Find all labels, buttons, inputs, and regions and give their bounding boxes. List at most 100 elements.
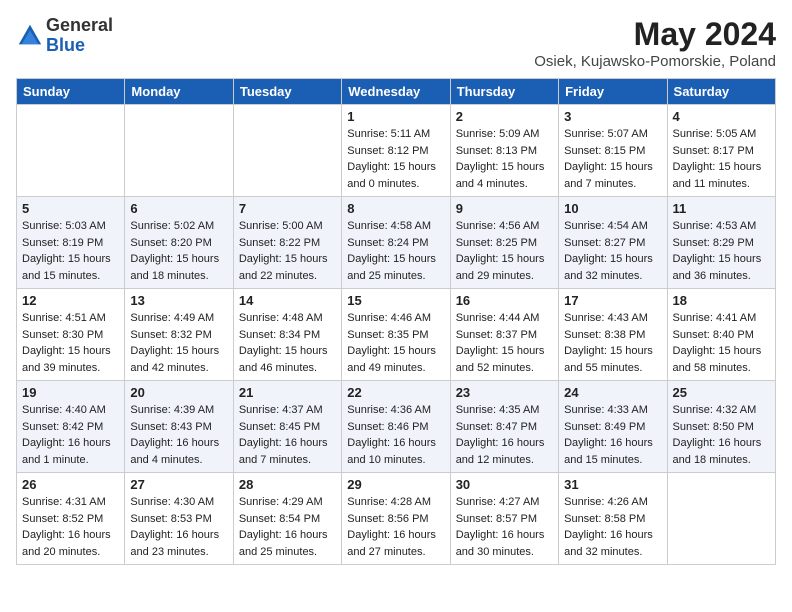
day-info: Sunrise: 5:03 AMSunset: 8:19 PMDaylight:… [22,218,119,284]
calendar-cell: 9 Sunrise: 4:56 AMSunset: 8:25 PMDaylight… [450,197,558,289]
calendar-cell [125,105,233,197]
sunrise-text: Sunrise: 4:36 AM [347,402,444,419]
calendar-cell: 7Sunrise: 5:00 AMSunset: 8:22 PMDaylight… [233,197,341,289]
sunset-text: Sunset: 8:53 PM [130,511,227,528]
sunrise-text: Sunrise: 4:40 AM [22,402,119,419]
week-row-5: 26Sunrise: 4:31 AMSunset: 8:52 PMDayligh… [17,473,776,565]
day-number: 23 [456,385,553,400]
sunrise-text: Sunrise: 4:43 AM [564,310,661,327]
day-number: 29 [347,477,444,492]
logo-icon [16,22,44,50]
sunset-text: Sunset: 8:58 PM [564,511,661,528]
calendar-cell: 24Sunrise: 4:33 AMSunset: 8:49 PMDayligh… [559,381,667,473]
day-info: Sunrise: 4:31 AMSunset: 8:52 PMDaylight:… [22,494,119,560]
day-info: Sunrise: 4:26 AMSunset: 8:58 PMDaylight:… [564,494,661,560]
sunrise-text: Sunrise: 4:54 AM [564,218,661,235]
calendar-cell: 8Sunrise: 4:58 AMSunset: 8:24 PMDaylight… [342,197,450,289]
day-number: 2 [456,109,553,124]
calendar-table: SundayMondayTuesdayWednesdayThursdayFrid… [16,78,776,565]
weekday-header-thursday: Thursday [450,79,558,105]
sunrise-text: Sunrise: 4:41 AM [673,310,770,327]
calendar-cell: 21Sunrise: 4:37 AMSunset: 8:45 PMDayligh… [233,381,341,473]
sunset-text: Sunset: 8:24 PM [347,235,444,252]
sunset-text: Sunset: 8:42 PM [22,419,119,436]
month-year: May 2024 [534,16,776,53]
daylight-text: Daylight: 15 hours and 11 minutes. [673,159,770,192]
day-number: 18 [673,293,770,308]
calendar-cell: 15Sunrise: 4:46 AMSunset: 8:35 PMDayligh… [342,289,450,381]
day-number: 11 [673,201,770,216]
day-number: 4 [673,109,770,124]
daylight-text: Daylight: 16 hours and 18 minutes. [673,435,770,468]
calendar-cell: 5Sunrise: 5:03 AMSunset: 8:19 PMDaylight… [17,197,125,289]
daylight-text: Daylight: 15 hours and 39 minutes. [22,343,119,376]
sunrise-text: Sunrise: 4:29 AM [239,494,336,511]
daylight-text: Daylight: 16 hours and 25 minutes. [239,527,336,560]
logo-general: General [46,16,113,36]
calendar-cell: 19 Sunrise: 4:40 AMSunset: 8:42 PMDayligh… [17,381,125,473]
calendar-cell: 31Sunrise: 4:26 AMSunset: 8:58 PMDayligh… [559,473,667,565]
daylight-text: Daylight: 15 hours and 42 minutes. [130,343,227,376]
daylight-text: Daylight: 16 hours and 27 minutes. [347,527,444,560]
calendar-cell [233,105,341,197]
weekday-header-row: SundayMondayTuesdayWednesdayThursdayFrid… [17,79,776,105]
daylight-text: Daylight: 16 hours and 7 minutes. [239,435,336,468]
page-header: General Blue May 2024 Osiek, Kujawsko-Po… [16,16,776,70]
day-number: 15 [347,293,444,308]
calendar-cell: 1Sunrise: 5:11 AMSunset: 8:12 PMDaylight… [342,105,450,197]
sunrise-text: Sunrise: 4:44 AM [456,310,553,327]
day-info: Sunrise: 4:56 AMSunset: 8:25 PMDaylight:… [456,218,553,284]
logo: General Blue [16,16,113,56]
sunrise-text: Sunrise: 4:32 AM [673,402,770,419]
calendar-cell: 3Sunrise: 5:07 AMSunset: 8:15 PMDaylight… [559,105,667,197]
sunrise-text: Sunrise: 4:35 AM [456,402,553,419]
sunset-text: Sunset: 8:13 PM [456,143,553,160]
calendar-cell: 14Sunrise: 4:48 AMSunset: 8:34 PMDayligh… [233,289,341,381]
sunrise-text: Sunrise: 4:51 AM [22,310,119,327]
day-number: 27 [130,477,227,492]
day-number: 12 [22,293,119,308]
day-number: 21 [239,385,336,400]
weekday-header-sunday: Sunday [17,79,125,105]
sunset-text: Sunset: 8:57 PM [456,511,553,528]
calendar-cell: 18Sunrise: 4:41 AMSunset: 8:40 PMDayligh… [667,289,775,381]
sunset-text: Sunset: 8:52 PM [22,511,119,528]
day-number: 14 [239,293,336,308]
daylight-text: Daylight: 16 hours and 32 minutes. [564,527,661,560]
calendar-cell: 2 Sunrise: 5:09 AMSunset: 8:13 PMDaylight… [450,105,558,197]
day-info: Sunrise: 4:30 AMSunset: 8:53 PMDaylight:… [130,494,227,560]
day-info: Sunrise: 4:43 AMSunset: 8:38 PMDaylight:… [564,310,661,376]
daylight-text: Daylight: 16 hours and 23 minutes. [130,527,227,560]
sunrise-text: Sunrise: 4:49 AM [130,310,227,327]
day-info: Sunrise: 5:00 AMSunset: 8:22 PMDaylight:… [239,218,336,284]
day-number: 30 [456,477,553,492]
day-info: Sunrise: 4:53 AMSunset: 8:29 PMDaylight:… [673,218,770,284]
daylight-text: Daylight: 15 hours and 22 minutes. [239,251,336,284]
sunrise-text: Sunrise: 4:37 AM [239,402,336,419]
calendar-cell: 27 Sunrise: 4:30 AMSunset: 8:53 PMDayligh… [125,473,233,565]
day-info: Sunrise: 5:07 AMSunset: 8:15 PMDaylight:… [564,126,661,192]
daylight-text: Daylight: 16 hours and 10 minutes. [347,435,444,468]
day-info: Sunrise: 5:11 AMSunset: 8:12 PMDaylight:… [347,126,444,192]
day-number: 19 [22,385,119,400]
weekday-header-wednesday: Wednesday [342,79,450,105]
sunset-text: Sunset: 8:35 PM [347,327,444,344]
sunset-text: Sunset: 8:12 PM [347,143,444,160]
daylight-text: Daylight: 15 hours and 4 minutes. [456,159,553,192]
calendar-cell: 6Sunrise: 5:02 AMSunset: 8:20 PMDaylight… [125,197,233,289]
sunrise-text: Sunrise: 5:09 AM [456,126,553,143]
day-number: 28 [239,477,336,492]
calendar-cell: 13Sunrise: 4:49 AMSunset: 8:32 PMDayligh… [125,289,233,381]
week-row-2: 5Sunrise: 5:03 AMSunset: 8:19 PMDaylight… [17,197,776,289]
daylight-text: Daylight: 15 hours and 7 minutes. [564,159,661,192]
calendar-cell: 4Sunrise: 5:05 AMSunset: 8:17 PMDaylight… [667,105,775,197]
day-number: 9 [456,201,553,216]
sunrise-text: Sunrise: 4:53 AM [673,218,770,235]
sunset-text: Sunset: 8:46 PM [347,419,444,436]
calendar-cell: 30Sunrise: 4:27 AMSunset: 8:57 PMDayligh… [450,473,558,565]
sunset-text: Sunset: 8:29 PM [673,235,770,252]
sunset-text: Sunset: 8:49 PM [564,419,661,436]
day-info: Sunrise: 4:40 AMSunset: 8:42 PMDaylight:… [22,402,119,468]
calendar-cell: 16Sunrise: 4:44 AMSunset: 8:37 PMDayligh… [450,289,558,381]
sunrise-text: Sunrise: 5:00 AM [239,218,336,235]
